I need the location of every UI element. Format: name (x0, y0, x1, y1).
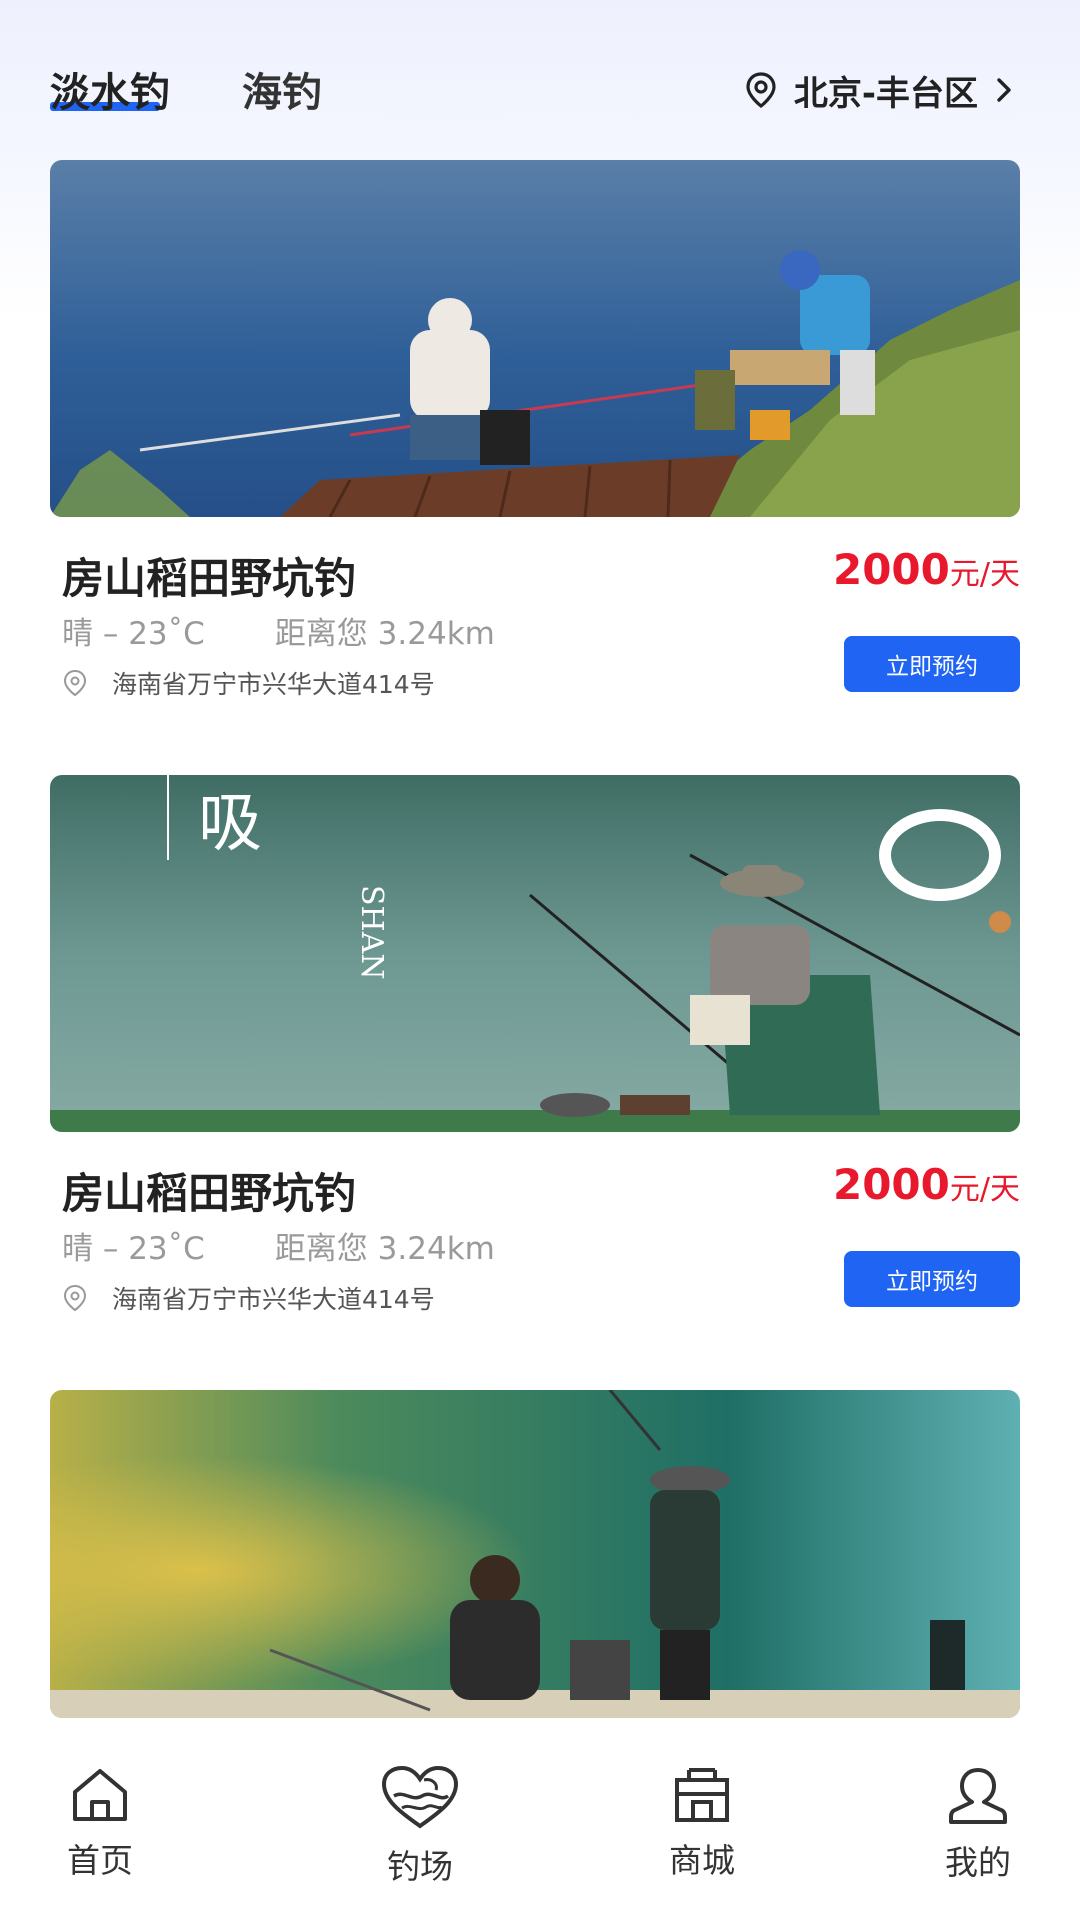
spot-address: 海南省万宁市兴华大道414号 (62, 665, 435, 701)
fishing-spot-photo (50, 1390, 1020, 1718)
nav-label: 我的 (945, 1843, 1011, 1882)
spot-meta: 晴 – 23˚C 距离您 3.24km (62, 608, 495, 653)
location-selector[interactable]: 北京-丰台区 (744, 66, 1014, 114)
price-unit: 元/天 (949, 557, 1020, 592)
book-now-button[interactable]: 立即预约 (844, 1251, 1020, 1307)
fishing-heart-icon (380, 1766, 460, 1830)
nav-label: 商城 (669, 1841, 735, 1880)
location-pin-icon (744, 71, 778, 109)
book-now-button[interactable]: 立即预约 (844, 636, 1020, 692)
distance-text: 距离您 3.24km (274, 1231, 495, 1267)
user-icon (947, 1766, 1009, 1826)
distance-text: 距离您 3.24km (274, 616, 495, 652)
price-unit: 元/天 (949, 1172, 1020, 1207)
nav-item-fishing-spots[interactable]: 钓场 (360, 1766, 480, 1888)
image-vertical-text: SHAN (354, 885, 389, 980)
price-value: 2000 (832, 545, 950, 594)
nav-item-store[interactable]: 商城 (642, 1766, 762, 1882)
bottom-navigation: 首页 钓场 商城 我的 (0, 1718, 1080, 1920)
chevron-right-icon (994, 75, 1014, 105)
price: 2000 元/天 (833, 545, 1020, 594)
fishing-spot-photo (50, 160, 1020, 517)
nav-item-home[interactable]: 首页 (40, 1766, 160, 1882)
home-icon (69, 1766, 131, 1824)
address-text: 海南省万宁市兴华大道414号 (112, 670, 435, 699)
weather-text: 晴 – 23˚C (62, 616, 205, 652)
tab-sea-fishing[interactable]: 海钓 (242, 60, 322, 118)
store-icon (671, 1766, 733, 1824)
address-text: 海南省万宁市兴华大道414号 (112, 1285, 435, 1314)
weather-text: 晴 – 23˚C (62, 1231, 205, 1267)
spot-address: 海南省万宁市兴华大道414号 (62, 1280, 435, 1316)
price: 2000 元/天 (833, 1160, 1020, 1209)
price-value: 2000 (832, 1160, 950, 1209)
fishing-spot-photo: 吸 SHAN (50, 775, 1020, 1132)
location-pin-icon (62, 669, 88, 697)
spot-title: 房山稻田野坑钓 (62, 1169, 357, 1218)
tab-freshwater[interactable]: 淡水钓 (50, 60, 170, 118)
nav-item-profile[interactable]: 我的 (918, 1766, 1038, 1884)
nav-label: 首页 (67, 1841, 133, 1880)
location-pin-icon (62, 1284, 88, 1312)
spot-title: 房山稻田野坑钓 (62, 554, 357, 603)
nav-label: 钓场 (387, 1847, 453, 1886)
image-calligraphy-text: 吸 (198, 787, 262, 861)
header: 淡水钓 海钓 北京-丰台区 (0, 0, 1080, 160)
spot-meta: 晴 – 23˚C 距离您 3.24km (62, 1223, 495, 1268)
location-text: 北京-丰台区 (793, 73, 978, 114)
